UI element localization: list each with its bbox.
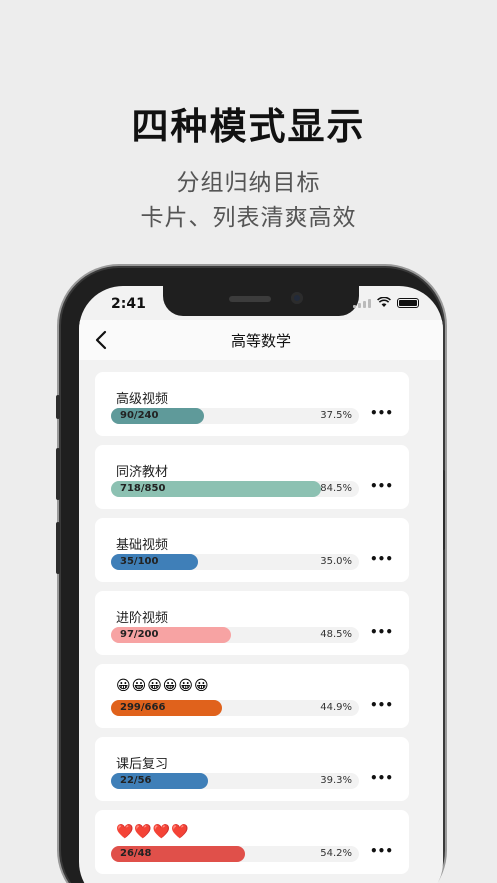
hero-subtitle-line1: 分组归纳目标 — [176, 170, 321, 196]
progress-count: 718/850 — [120, 483, 166, 494]
progress-count: 97/200 — [120, 629, 159, 640]
wifi-icon — [377, 297, 391, 307]
card-title: 基础视频 — [116, 538, 169, 553]
volume-up-button — [56, 395, 60, 419]
goal-card[interactable]: 同济教材 718/850 84.5% ••• — [95, 445, 409, 509]
phone-screen: 2:41 高等数学 高级视频 90/240 37.5% ••• 同济教材 718/850 8… — [79, 286, 443, 883]
more-options-button[interactable]: ••• — [370, 479, 393, 493]
progress-count: 22/56 — [120, 775, 152, 786]
card-title: 进阶视频 — [116, 611, 169, 626]
goal-card[interactable]: ❤️❤️❤️❤️ 26/48 54.2% ••• — [95, 810, 409, 874]
navbar: 高等数学 — [79, 320, 443, 360]
hero-title: 四种模式显示 — [131, 105, 366, 148]
hero-subtitle-line2: 卡片、列表清爽高效 — [140, 205, 357, 231]
status-icons — [353, 297, 419, 308]
progress-track: 90/240 37.5% — [111, 408, 359, 424]
progress-percent: 39.3% — [320, 775, 352, 786]
progress-track: 97/200 48.5% — [111, 627, 359, 643]
card-title: 😀😀😀😀😀😀 — [116, 678, 210, 694]
progress-count: 299/666 — [120, 702, 166, 713]
goal-card[interactable]: 进阶视频 97/200 48.5% ••• — [95, 591, 409, 655]
battery-icon — [397, 297, 419, 308]
goal-card[interactable]: 😀😀😀😀😀😀 299/666 44.9% ••• — [95, 664, 409, 728]
progress-track: 35/100 35.0% — [111, 554, 359, 570]
goal-card[interactable]: 课后复习 22/56 39.3% ••• — [95, 737, 409, 801]
progress-percent: 44.9% — [320, 702, 352, 713]
more-options-button[interactable]: ••• — [370, 844, 393, 858]
progress-count: 26/48 — [120, 848, 152, 859]
progress-count: 35/100 — [120, 556, 159, 567]
goal-card[interactable]: 高级视频 90/240 37.5% ••• — [95, 372, 409, 436]
progress-percent: 37.5% — [320, 410, 352, 421]
goal-card[interactable]: 基础视频 35/100 35.0% ••• — [95, 518, 409, 582]
card-title: 高级视频 — [116, 392, 169, 407]
mute-button — [56, 522, 60, 574]
card-title: 课后复习 — [116, 757, 169, 772]
progress-percent: 35.0% — [320, 556, 352, 567]
volume-down-button — [56, 448, 60, 500]
card-title: ❤️❤️❤️❤️ — [116, 824, 190, 840]
more-options-button[interactable]: ••• — [370, 406, 393, 420]
progress-percent: 84.5% — [320, 483, 352, 494]
progress-count: 90/240 — [120, 410, 159, 421]
progress-track: 26/48 54.2% — [111, 846, 359, 862]
progress-track: 299/666 44.9% — [111, 700, 359, 716]
camera-icon — [291, 292, 303, 304]
more-options-button[interactable]: ••• — [370, 771, 393, 785]
more-options-button[interactable]: ••• — [370, 552, 393, 566]
progress-track: 718/850 84.5% — [111, 481, 359, 497]
signal-icon — [353, 298, 371, 308]
card-title: 同济教材 — [116, 465, 169, 480]
progress-percent: 48.5% — [320, 629, 352, 640]
speaker — [229, 296, 271, 302]
more-options-button[interactable]: ••• — [370, 625, 393, 639]
page-title: 高等数学 — [230, 332, 291, 350]
status-time: 2:41 — [111, 296, 146, 312]
progress-percent: 54.2% — [320, 848, 352, 859]
more-options-button[interactable]: ••• — [370, 698, 393, 712]
progress-track: 22/56 39.3% — [111, 773, 359, 789]
notch — [163, 286, 359, 316]
